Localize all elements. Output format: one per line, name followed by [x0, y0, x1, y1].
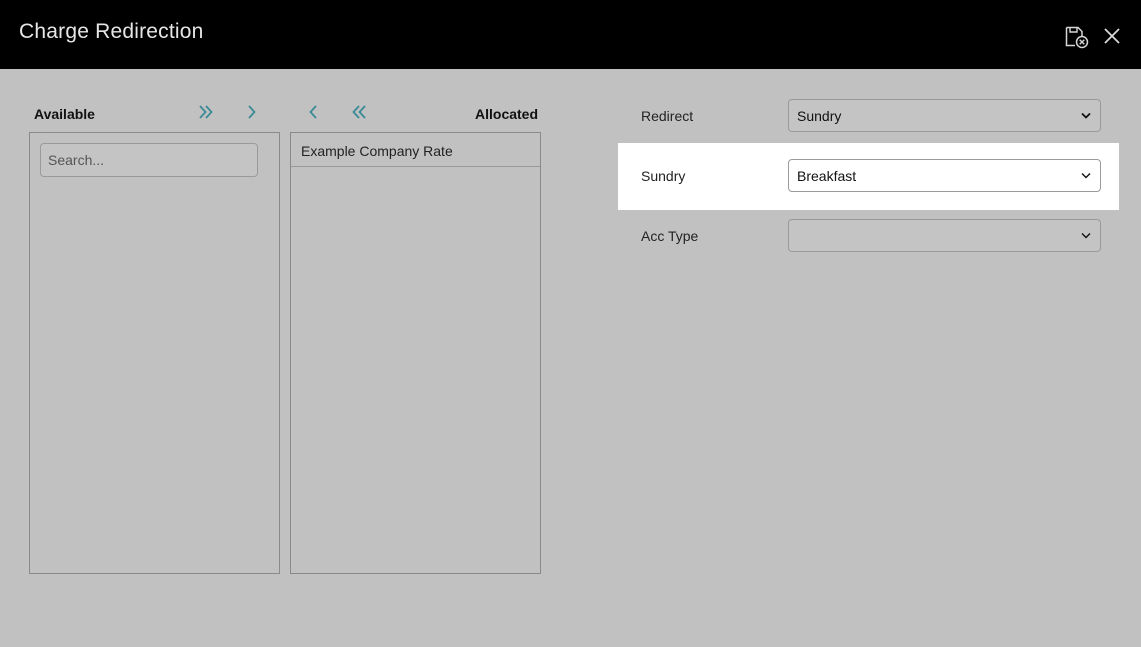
dialog-title: Charge Redirection — [19, 20, 204, 43]
list-item[interactable]: Example Company Rate — [291, 133, 540, 167]
redirect-select[interactable]: Sundry — [788, 99, 1101, 132]
available-list[interactable] — [29, 132, 280, 574]
move-all-right-icon[interactable] — [195, 101, 217, 123]
available-label: Available — [34, 106, 95, 122]
chevron-down-icon — [1081, 233, 1091, 239]
chevron-down-icon — [1081, 173, 1091, 179]
sundry-select[interactable]: Breakfast — [788, 159, 1101, 192]
save-cancel-icon[interactable] — [1064, 25, 1089, 49]
sundry-label: Sundry — [641, 168, 686, 184]
acc-type-select[interactable] — [788, 219, 1101, 252]
chevron-down-icon — [1081, 112, 1091, 119]
search-input[interactable] — [40, 143, 258, 177]
move-all-left-icon[interactable] — [348, 101, 370, 123]
move-right-icon[interactable] — [241, 101, 263, 123]
redirect-value: Sundry — [797, 108, 842, 124]
redirect-label: Redirect — [641, 108, 694, 124]
acc-type-label: Acc Type — [641, 228, 699, 244]
sundry-value: Breakfast — [797, 168, 857, 184]
close-icon[interactable] — [1103, 27, 1121, 45]
allocated-list[interactable]: Example Company Rate — [290, 132, 541, 574]
allocated-label: Allocated — [475, 106, 539, 122]
move-left-icon[interactable] — [302, 101, 324, 123]
dialog-header: Charge Redirection — [0, 0, 1141, 69]
